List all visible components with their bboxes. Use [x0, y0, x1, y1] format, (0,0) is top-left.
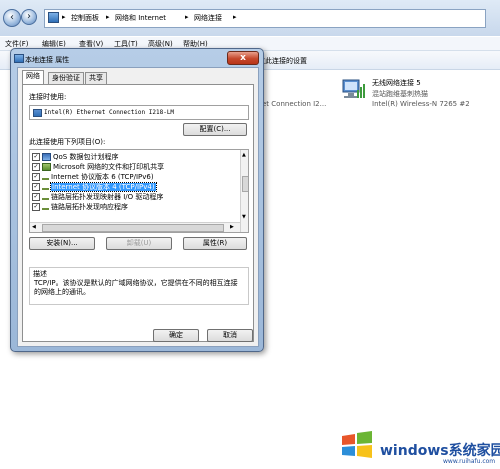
list-item-label: 链路层拓扑发现响应程序	[51, 203, 128, 211]
close-button[interactable]: x	[227, 51, 259, 65]
protocol-icon	[42, 175, 49, 180]
tab-networking[interactable]: 网络	[22, 70, 44, 85]
scroll-thumb[interactable]	[242, 176, 248, 192]
dialog-title: 本地连接 属性	[25, 56, 70, 64]
scroll-left-icon[interactable]: ◀	[32, 224, 36, 230]
items-list[interactable]: ✓ QoS 数据包计划程序 ✓ Microsoft 网络的文件和打印机共享 ✓ Int…	[29, 149, 249, 233]
breadcrumb-separator-icon: ▸	[62, 13, 66, 21]
breadcrumb-separator-icon: ▸	[185, 13, 189, 21]
breadcrumb-separator-icon: ▸	[233, 13, 237, 21]
list-item[interactable]: ✓ Internet 协议版本 4 (TCP/IPv4)	[32, 182, 222, 192]
breadcrumb[interactable]: ▸ 控制面板 ▸ 网络和 Internet ▸ 网络连接 ▸	[44, 9, 486, 28]
ok-button[interactable]: 确定	[153, 329, 199, 342]
adapter-field: Intel(R) Ethernet Connection I218-LM	[29, 105, 249, 120]
breadcrumb-separator-icon: ▸	[106, 13, 110, 21]
list-item[interactable]: ✓ Microsoft 网络的文件和打印机共享	[32, 162, 222, 172]
wireless-connection-icon[interactable]	[340, 76, 366, 102]
dialog-body: 网络 身份验证 共享 连接时使用: Intel(R) Ethernet Conn…	[17, 67, 259, 347]
configure-button[interactable]: 配置(C)...	[183, 123, 247, 136]
list-item[interactable]: ✓ 链路层拓扑发现响应程序	[32, 202, 222, 212]
tab-sharing[interactable]: 共享	[85, 72, 107, 84]
scroll-thumb[interactable]	[42, 224, 224, 232]
properties-dialog: 本地连接 属性 x 网络 身份验证 共享 连接时使用: Intel(R) Eth…	[10, 48, 264, 352]
scroll-up-icon[interactable]: ▲	[242, 152, 246, 158]
description-label: 描述	[33, 270, 47, 278]
list-item-label: QoS 数据包计划程序	[53, 153, 119, 161]
list-item[interactable]: ✓ Internet 协议版本 6 (TCP/IPv6)	[32, 172, 222, 182]
description-group: 描述 TCP/IP。该协议是默认的广域网络协议，它提供在不同的相互连接的网络上的…	[29, 267, 249, 305]
breadcrumb-item[interactable]: 控制面板	[71, 13, 99, 23]
list-item-label: Internet 协议版本 6 (TCP/IPv6)	[51, 173, 154, 181]
vertical-scrollbar[interactable]: ▲ ▼	[240, 150, 248, 232]
wireless-connection-status: 混站跑维基刺热猫	[372, 90, 428, 98]
checkbox-icon[interactable]: ✓	[32, 193, 40, 201]
checkbox-icon[interactable]: ✓	[32, 183, 40, 191]
adapter-name: Intel(R) Ethernet Connection I218-LM	[44, 109, 175, 116]
address-bar: ‹ › ▸ 控制面板 ▸ 网络和 Internet ▸ 网络连接 ▸	[0, 0, 500, 36]
share-icon	[42, 163, 51, 171]
list-item[interactable]: ✓ 链路层拓扑发现映射器 I/O 驱动程序	[32, 192, 222, 202]
breadcrumb-item[interactable]: 网络和 Internet	[115, 13, 166, 23]
back-icon[interactable]: ‹	[3, 9, 21, 27]
breadcrumb-item[interactable]: 网络连接	[194, 13, 222, 23]
network-icon	[42, 153, 51, 161]
list-item-label: Internet 协议版本 4 (TCP/IPv4)	[50, 182, 157, 192]
protocol-icon	[42, 205, 49, 210]
wireless-connection-name[interactable]: 无线网络连接 5	[372, 78, 421, 88]
connect-using-label: 连接时使用:	[29, 93, 67, 101]
checkbox-icon[interactable]: ✓	[32, 203, 40, 211]
ethernet-adapter-label: et Connection I2...	[262, 100, 327, 108]
change-settings-command[interactable]: 改此连接的设置	[258, 56, 307, 66]
scroll-right-icon[interactable]: ▶	[230, 224, 234, 230]
list-item-label: 链路层拓扑发现映射器 I/O 驱动程序	[51, 193, 164, 201]
install-button[interactable]: 安装(N)...	[29, 237, 95, 250]
protocol-icon	[42, 185, 49, 190]
control-panel-icon	[48, 12, 59, 23]
cancel-button[interactable]: 取消	[207, 329, 253, 342]
checkbox-icon[interactable]: ✓	[32, 173, 40, 181]
horizontal-scrollbar[interactable]: ◀ ▶	[30, 222, 240, 232]
watermark-site: www.ruihafu.com	[443, 458, 496, 465]
checkbox-icon[interactable]: ✓	[32, 153, 40, 161]
description-text: TCP/IP。该协议是默认的广域网络协议，它提供在不同的相互连接的网络上的通讯。	[34, 279, 238, 296]
list-item[interactable]: ✓ QoS 数据包计划程序	[32, 152, 222, 162]
wireless-connection-device: Intel(R) Wireless-N 7265 #2	[372, 100, 470, 108]
network-adapter-icon	[14, 54, 24, 63]
properties-button[interactable]: 属性(R)	[183, 237, 247, 250]
tab-authentication[interactable]: 身份验证	[48, 72, 84, 84]
uninstall-button: 卸载(U)	[106, 237, 172, 250]
forward-icon[interactable]: ›	[21, 9, 37, 25]
list-item-label: Microsoft 网络的文件和打印机共享	[53, 163, 165, 171]
protocol-icon	[42, 195, 49, 200]
ethernet-adapter-icon	[33, 109, 42, 117]
watermark-text: windows系统家园	[380, 443, 500, 459]
scroll-down-icon[interactable]: ▼	[242, 214, 246, 220]
items-label: 此连接使用下列项目(O):	[29, 138, 106, 146]
checkbox-icon[interactable]: ✓	[32, 163, 40, 171]
networking-tab-pane: 连接时使用: Intel(R) Ethernet Connection I218…	[22, 84, 254, 342]
